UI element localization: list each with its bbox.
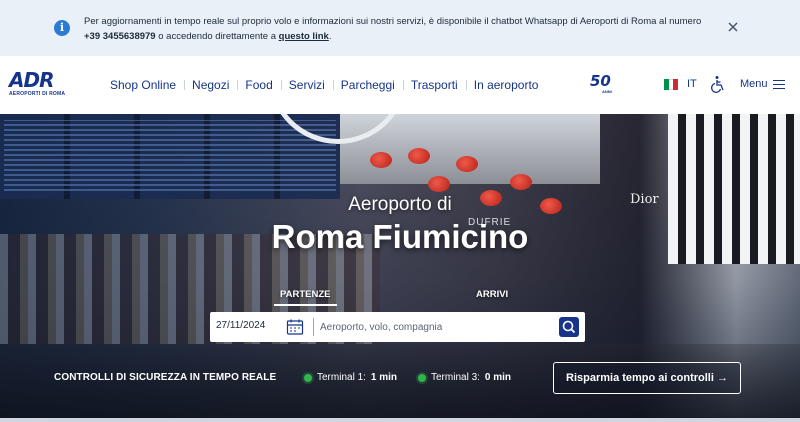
close-icon[interactable] <box>726 20 740 34</box>
hamburger-icon <box>772 79 785 89</box>
search-divider <box>313 318 314 336</box>
menu-label: Menu <box>740 78 768 90</box>
search-button[interactable] <box>559 317 579 337</box>
nav-negozi[interactable]: Negozi <box>184 77 237 93</box>
calendar-icon[interactable] <box>286 318 304 336</box>
banner-text-before: Per aggiornamenti in tempo reale sul pro… <box>84 16 702 27</box>
nav-in-aeroporto[interactable]: In aeroporto <box>465 77 547 93</box>
lantern-decor <box>428 176 450 192</box>
info-icon: i <box>54 20 70 36</box>
nav-parcheggi[interactable]: Parcheggi <box>332 77 403 93</box>
bottom-divider <box>0 418 800 422</box>
flight-tabs: PARTENZE ARRIVI <box>210 289 585 309</box>
anniversary-logo: 50 ANNI <box>590 74 620 96</box>
nav-shop-online[interactable]: Shop Online <box>110 77 184 93</box>
banner-text-middle: o accedendo direttamente a <box>155 31 279 42</box>
terminal-1-name: Terminal 1: <box>317 372 366 383</box>
hero-section: Dior DUFRIE Aeroporto di Roma Fiumicino … <box>0 114 800 418</box>
lantern-decor <box>408 148 430 164</box>
lantern-decor <box>370 152 392 168</box>
wheelchair-icon[interactable] <box>709 75 727 93</box>
terminal-3-time: 0 min <box>484 372 512 383</box>
logo-sub: AEROPORTI DI ROMA <box>9 91 66 97</box>
terminal-3-status: Terminal 3: 0 min <box>418 372 511 383</box>
banner-message: Per aggiornamenti in tempo reale sul pro… <box>84 14 714 44</box>
logo-mark: ADR <box>9 68 54 92</box>
lantern-decor <box>456 156 478 172</box>
fast-track-button[interactable]: Risparmia tempo ai controlli → <box>553 362 741 394</box>
flight-search-bar <box>210 312 585 342</box>
status-dot-icon <box>304 373 312 382</box>
tab-arrivi[interactable]: ARRIVI <box>476 289 508 300</box>
terminal-1-status: Terminal 1: 1 min <box>304 372 397 383</box>
italy-flag-icon[interactable] <box>664 79 679 90</box>
banner-text-after: . <box>328 31 332 42</box>
nav-food[interactable]: Food <box>237 77 280 93</box>
nav-servizi[interactable]: Servizi <box>280 77 333 93</box>
main-nav: Shop Online Negozi Food Servizi Parchegg… <box>110 77 546 93</box>
hero-title: Roma Fiumicino <box>271 218 529 255</box>
terminal-3-name: Terminal 3: <box>431 372 480 383</box>
anniversary-sub: ANNI <box>602 89 612 94</box>
flight-search-input[interactable] <box>320 318 550 336</box>
search-icon <box>562 320 576 334</box>
adr-logo[interactable]: ADR AEROPORTI DI ROMA <box>9 70 69 102</box>
status-dot-icon <box>418 373 426 382</box>
hero-subtitle: Aeroporto di <box>348 194 452 215</box>
security-label: CONTROLLI DI SICUREZZA IN TEMPO REALE <box>54 372 277 383</box>
nav-trasporti[interactable]: Trasporti <box>402 77 466 93</box>
site-header: ADR AEROPORTI DI ROMA Shop Online Negozi… <box>0 56 800 114</box>
banner-link[interactable]: questo link <box>279 31 329 42</box>
banner-phone: +39 3455638979 <box>84 31 156 42</box>
language-selector[interactable]: IT <box>687 78 697 90</box>
tab-partenze[interactable]: PARTENZE <box>274 289 336 306</box>
menu-button[interactable]: Menu <box>740 78 785 90</box>
flight-boards-backdrop <box>0 114 340 199</box>
date-field[interactable] <box>216 320 286 331</box>
anniversary-number: 50 <box>590 72 611 90</box>
info-banner: i Per aggiornamenti in tempo reale sul p… <box>0 0 800 56</box>
lantern-decor <box>510 174 532 190</box>
terminal-1-time: 1 min <box>370 372 398 383</box>
